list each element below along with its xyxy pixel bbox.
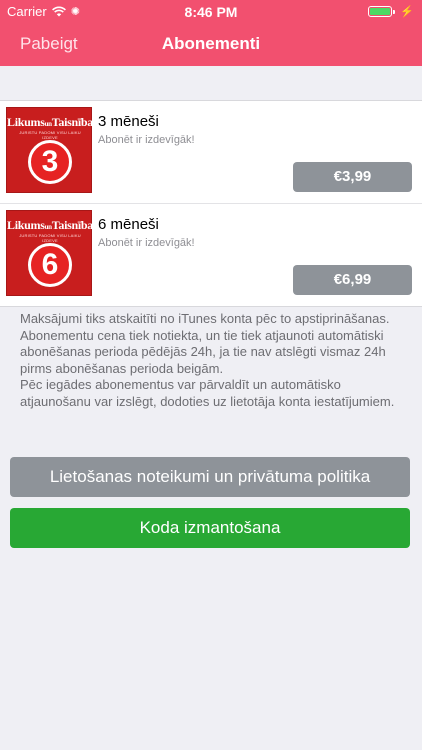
redeem-code-button[interactable]: Koda izmantošana [10,508,410,548]
disclaimer-paragraph: Abonementu cena tiek notiekta, un tie ti… [20,327,386,376]
duration-badge: 6 [28,243,72,287]
magazine-logo: LikumsunTaisnība [7,115,93,129]
subscription-row-3-months[interactable]: LikumsunTaisnība JURISTU PADOMI VISU LAI… [0,101,422,204]
magazine-logo: LikumsunTaisnība [7,218,93,232]
duration-badge: 3 [28,140,72,184]
battery-icon [368,6,396,17]
magazine-tagline: JURISTU PADOMI VISU LAIKU IZDEVE [19,130,81,140]
charging-icon: ⚡ [400,6,414,18]
page-title: Abonementi [161,34,261,53]
subscription-subtitle: Abonēt ir izdevīgāk! [98,134,195,146]
navigation-bar: Carrier ✺ 8:46 PM ⚡ Pabeigt Abonementi [0,0,422,66]
nav-row: Pabeigt Abonementi [0,22,422,66]
buy-price-button[interactable]: €3,99 [293,162,412,192]
magazine-cover-image: LikumsunTaisnība JURISTU PADOMI VISU LAI… [6,107,93,193]
subscription-title: 6 mēneši [98,216,159,233]
status-time: 8:46 PM [184,4,238,20]
subscription-list: LikumsunTaisnība JURISTU PADOMI VISU LAI… [0,100,422,307]
buy-price-button[interactable]: €6,99 [293,265,412,295]
battery-indicator: ⚡ [368,5,414,18]
subscription-disclaimer: Maksājumi tiks atskaitīti no iTunes kont… [20,311,400,410]
subscription-title: 3 mēneši [98,113,159,130]
terms-privacy-button[interactable]: Lietošanas noteikumi un privātuma politi… [10,457,410,497]
magazine-tagline: JURISTU PADOMI VISU LAIKU IZDEVE [19,233,81,243]
disclaimer-paragraph: Maksājumi tiks atskaitīti no iTunes kont… [20,311,390,326]
subscription-subtitle: Abonēt ir izdevīgāk! [98,237,195,249]
subscription-row-6-months[interactable]: LikumsunTaisnība JURISTU PADOMI VISU LAI… [0,204,422,306]
disclaimer-paragraph: Pēc iegādes abonementus var pārvaldīt un… [20,377,395,409]
status-bar: Carrier ✺ 8:46 PM ⚡ [0,0,422,22]
magazine-cover-image: LikumsunTaisnība JURISTU PADOMI VISU LAI… [6,210,93,296]
